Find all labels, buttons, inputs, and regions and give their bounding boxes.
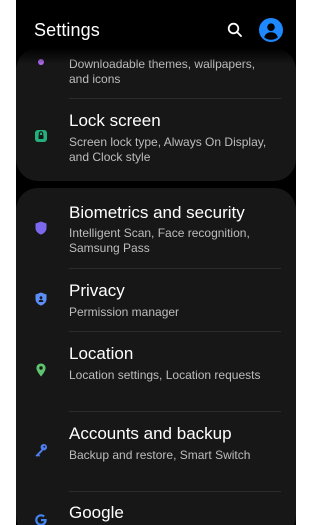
account-avatar-icon[interactable]	[259, 18, 283, 42]
divider	[69, 331, 281, 332]
settings-item-google[interactable]: Google	[16, 498, 296, 525]
shield-icon	[35, 221, 47, 235]
divider	[69, 411, 281, 412]
app-header: Settings	[16, 0, 296, 60]
settings-item-accounts-backup[interactable]: Accounts and backup Backup and restore, …	[16, 418, 296, 488]
settings-item-privacy-subtitle: Permission manager	[69, 305, 180, 319]
settings-item-biometrics-title: Biometrics and security	[69, 203, 245, 222]
location-pin-icon	[36, 363, 46, 377]
settings-item-location-subtitle: Location settings, Location requests	[69, 368, 261, 382]
settings-item-lock-screen-title: Lock screen	[69, 111, 161, 130]
settings-item-privacy-title: Privacy	[69, 281, 125, 300]
settings-item-privacy[interactable]: Privacy Permission manager	[16, 275, 296, 327]
page-title: Settings	[34, 20, 100, 40]
google-icon	[35, 514, 47, 525]
settings-item-biometrics-subtitle: Intelligent Scan, Face recognition, Sams…	[69, 226, 250, 255]
key-icon	[35, 444, 47, 457]
divider	[69, 268, 281, 269]
settings-item-biometrics[interactable]: Biometrics and security Intelligent Scan…	[16, 196, 296, 266]
divider	[69, 98, 281, 99]
settings-screen: Downloadable themes, wallpapers, and ico…	[16, 0, 296, 525]
settings-item-google-title: Google	[69, 503, 124, 522]
search-icon[interactable]	[226, 21, 244, 39]
privacy-shield-icon	[35, 292, 47, 306]
settings-item-location-title: Location	[69, 344, 134, 363]
divider	[69, 491, 281, 492]
settings-item-accounts-backup-title: Accounts and backup	[69, 424, 232, 443]
settings-item-accounts-backup-subtitle: Backup and restore, Smart Switch	[69, 448, 251, 462]
lock-icon	[35, 130, 47, 142]
settings-item-location[interactable]: Location Location settings, Location req…	[16, 338, 296, 408]
settings-item-lock-screen[interactable]: Lock screen Screen lock type, Always On …	[16, 104, 296, 174]
settings-item-lock-screen-subtitle: Screen lock type, Always On Display, and…	[69, 135, 267, 164]
